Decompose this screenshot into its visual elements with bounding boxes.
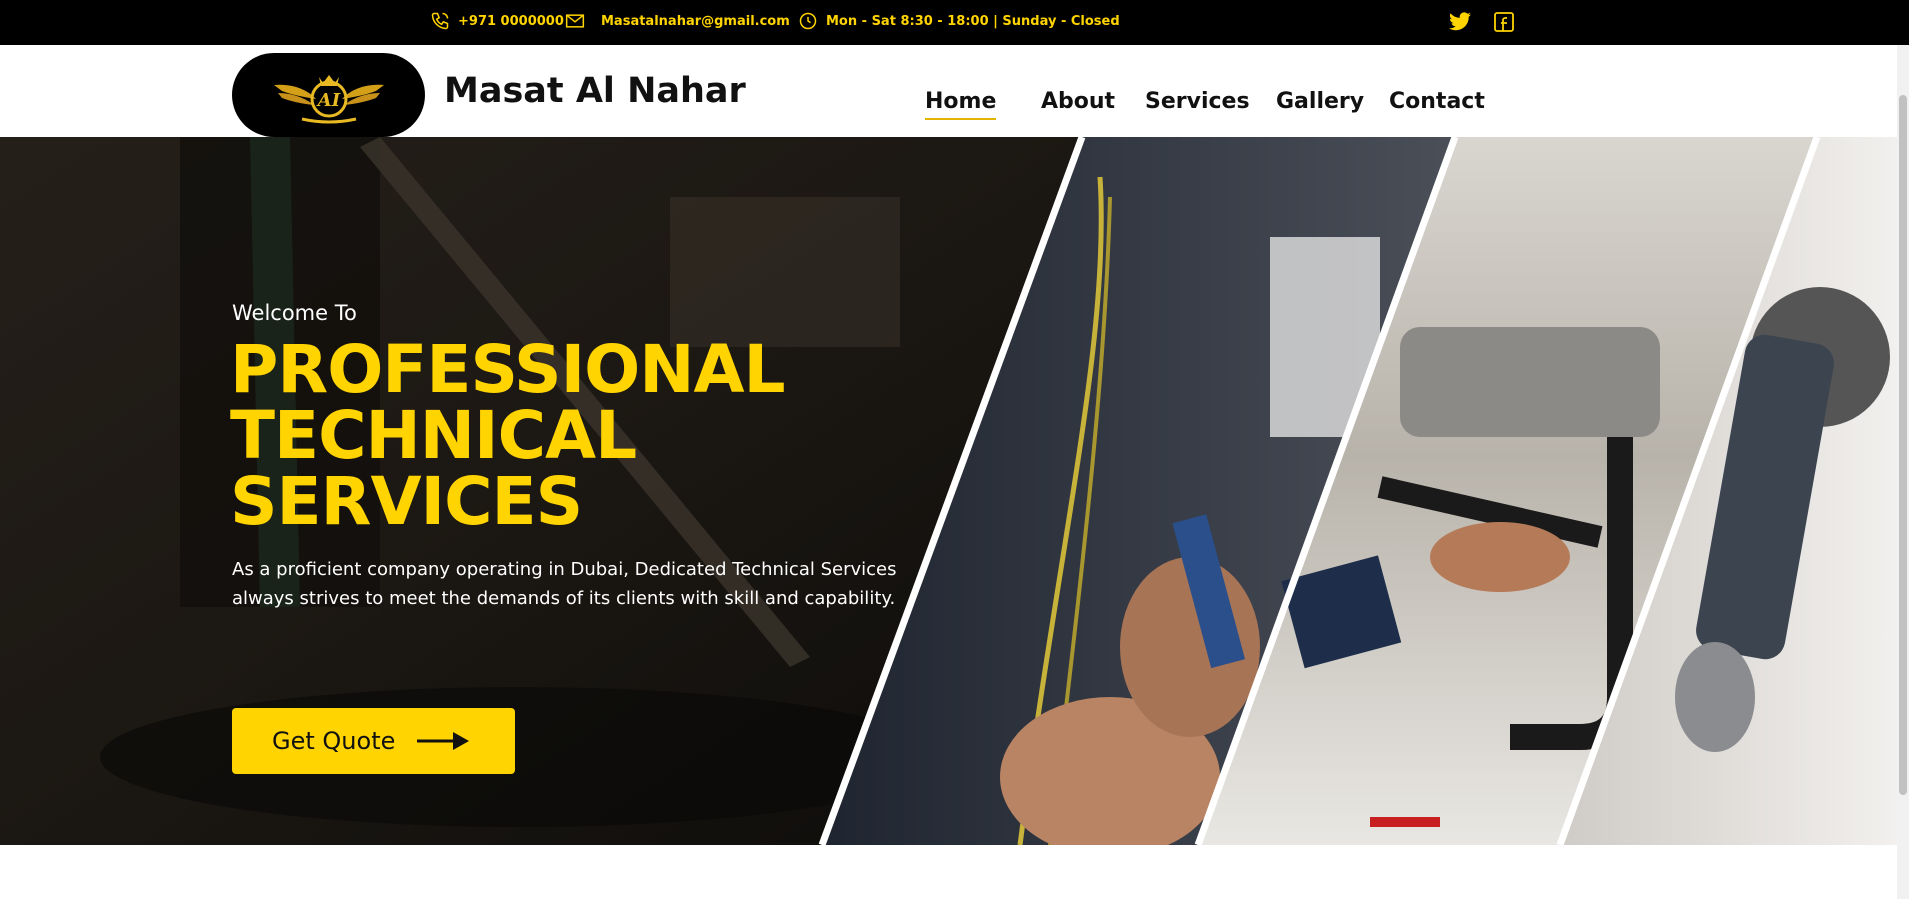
nav-services[interactable]: Services [1145, 89, 1250, 114]
arrow-right-icon [417, 732, 470, 750]
hero-title-line: PROFESSIONAL [230, 331, 786, 408]
site-header: AI Masat Al Nahar Home About Services Ga… [0, 45, 1909, 137]
twitter-icon[interactable] [1448, 10, 1472, 34]
scrollbar-thumb[interactable] [1899, 95, 1907, 795]
hero-title-line: SERVICES [230, 463, 583, 540]
clock-icon [799, 12, 817, 30]
business-hours: Mon - Sat 8:30 - 18:00 | Sunday - Closed [798, 11, 1120, 31]
hero-description: As a proficient company operating in Dub… [232, 559, 897, 609]
winged-crest-logo-icon: AI [273, 75, 384, 124]
nav-contact[interactable]: Contact [1389, 89, 1485, 114]
facebook-icon[interactable] [1492, 10, 1516, 34]
nav-home[interactable]: Home [925, 89, 997, 120]
hero-section: Welcome To PROFESSIONAL TECHNICAL SERVIC… [0, 137, 1897, 845]
get-quote-button[interactable]: Get Quote [232, 708, 515, 774]
nav-about[interactable]: About [1041, 89, 1115, 114]
get-quote-label: Get Quote [272, 727, 396, 755]
mail-icon [565, 14, 585, 28]
top-info-bar: +971 0000000 Masatalnahar@gmail.com Mon … [0, 0, 1909, 45]
hero-subtitle: Welcome To [232, 301, 357, 325]
brand-name: Masat Al Nahar [444, 71, 746, 111]
svg-text:AI: AI [315, 90, 340, 111]
page-scrollbar[interactable] [1897, 45, 1909, 899]
hero-title: PROFESSIONAL TECHNICAL SERVICES [230, 331, 786, 540]
hours-text: Mon - Sat 8:30 - 18:00 | Sunday - Closed [826, 13, 1120, 29]
phone-icon [431, 12, 449, 30]
nav-gallery[interactable]: Gallery [1276, 89, 1364, 114]
hero-title-line: TECHNICAL [230, 397, 637, 474]
phone-text: +971 0000000 [458, 13, 564, 29]
logo[interactable]: AI [232, 53, 425, 137]
email-contact[interactable]: Masatalnahar@gmail.com [565, 11, 790, 31]
phone-contact[interactable]: +971 0000000 [430, 11, 564, 31]
email-text: Masatalnahar@gmail.com [601, 13, 790, 29]
